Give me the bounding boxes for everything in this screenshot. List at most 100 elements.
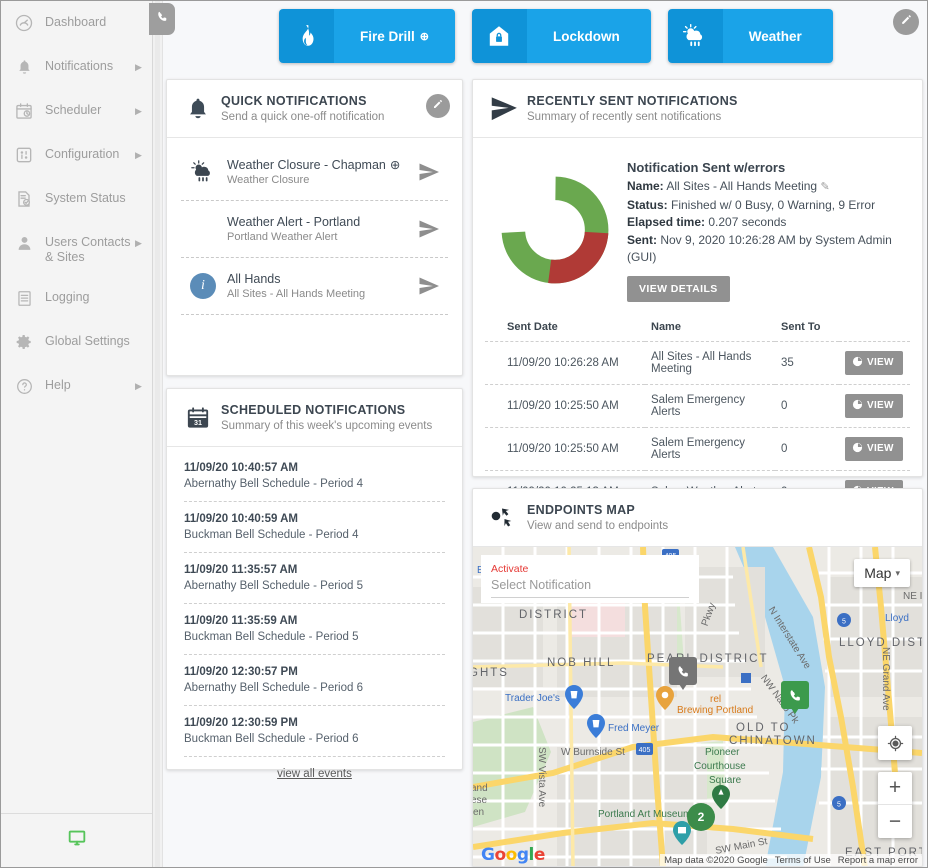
view-button[interactable]: VIEW xyxy=(845,436,903,461)
weather-rain-icon xyxy=(181,157,225,187)
map-zoom-controls[interactable]: + − xyxy=(878,772,912,838)
map-label: rel xyxy=(710,694,722,705)
recently-sent-table: Sent Date Name Sent To 11/09/20 10:26:28… xyxy=(485,314,910,514)
card-subtitle: Summary of this week's upcoming events xyxy=(221,420,433,432)
google-logo: Google xyxy=(481,845,545,865)
send-icon[interactable] xyxy=(410,217,448,241)
summary-heading: Notification Sent w/errors xyxy=(627,160,786,175)
quick-notifications-card: QUICK NOTIFICATIONS Send a quick one-off… xyxy=(166,79,463,376)
map-marker-pin-trader-joes[interactable] xyxy=(565,685,583,709)
map-label: ese xyxy=(473,795,488,806)
map-marker-endpoint-grey[interactable] xyxy=(669,657,697,690)
list-item[interactable]: i All Hands All Sites - All Hands Meetin… xyxy=(181,258,448,315)
view-button[interactable]: VIEW xyxy=(845,350,903,375)
map-marker-pin-fred-meyer[interactable] xyxy=(587,714,605,738)
recenter-map-button[interactable] xyxy=(878,726,912,760)
column-header-actions xyxy=(839,314,910,342)
edit-dashboard-button[interactable] xyxy=(893,9,919,35)
list-document-icon xyxy=(13,287,35,309)
send-icon[interactable] xyxy=(410,274,448,298)
globe-icon: ⊕ xyxy=(419,30,429,43)
action-button-weather[interactable]: Weather xyxy=(667,9,833,63)
list-item[interactable]: 11/09/20 11:35:57 AM Abernathy Bell Sche… xyxy=(184,553,445,604)
send-icon[interactable] xyxy=(410,160,448,184)
sidebar-item-notifications[interactable]: Notifications ▶ xyxy=(1,45,153,89)
list-item[interactable]: Weather Alert - Portland Portland Weathe… xyxy=(181,201,448,258)
map-marker-pin-park[interactable] xyxy=(712,785,730,809)
phone-icon xyxy=(156,10,169,28)
map-label: NE I xyxy=(903,591,922,602)
globe-icon: ⊕ xyxy=(389,157,401,172)
action-button-label-wrap: Weather xyxy=(722,9,833,63)
sidebar-item-scheduler[interactable]: Scheduler ▶ xyxy=(1,89,153,133)
edit-quick-notifications-button[interactable] xyxy=(426,94,450,118)
lock-house-icon xyxy=(471,9,527,63)
google-logo-letter: o xyxy=(505,845,518,865)
donut-svg xyxy=(501,176,609,284)
zoom-out-button[interactable]: − xyxy=(878,805,912,838)
map-marker-cluster[interactable]: 2 xyxy=(687,803,715,831)
view-all-events-link[interactable]: view all events xyxy=(184,757,445,784)
pencil-icon xyxy=(432,97,444,115)
top-action-bar: Fire Drill ⊕ Lockdown Weather xyxy=(149,1,927,71)
list-item[interactable]: Weather Closure - Chapman ⊕ Weather Clos… xyxy=(181,144,448,201)
phone-icon xyxy=(790,689,800,701)
summary-name-line: Name: All Sites - All Hands Meeting ✎ xyxy=(627,178,910,197)
map-type-button[interactable]: Map ▾ xyxy=(854,559,910,587)
map-marker-endpoint-green[interactable] xyxy=(781,681,809,714)
list-item-time: 11/09/20 11:35:59 AM xyxy=(184,615,298,627)
action-button-lockdown[interactable]: Lockdown xyxy=(471,9,651,63)
report-map-error-link[interactable]: Report a map error xyxy=(838,855,918,866)
table-row[interactable]: 11/09/20 10:25:50 AM Salem Emergency Ale… xyxy=(485,427,910,471)
list-item-name: Abernathy Bell Schedule - Period 6 xyxy=(184,682,363,694)
cell-sent-to: 0 xyxy=(775,427,839,471)
sidebar-nav-list: Dashboard Notifications ▶ Scheduler ▶ Co… xyxy=(1,1,153,813)
svg-text:31: 31 xyxy=(194,419,202,427)
view-details-button[interactable]: VIEW DETAILS xyxy=(627,275,730,302)
summary-elapsed-line: Elapsed time: 0.207 seconds xyxy=(627,214,910,232)
list-item-name: Buckman Bell Schedule - Period 6 xyxy=(184,733,359,745)
zoom-in-button[interactable]: + xyxy=(878,772,912,805)
sidebar-item-help[interactable]: Help ▶ xyxy=(1,364,153,408)
map-marker-pin-orange[interactable] xyxy=(656,686,674,710)
list-item-title-wrap: All Hands xyxy=(227,271,410,287)
list-item[interactable]: 11/09/20 10:40:57 AM Abernathy Bell Sche… xyxy=(184,451,445,502)
sidebar-item-label: Logging xyxy=(45,290,90,304)
chevron-right-icon: ▶ xyxy=(135,381,142,391)
sidebar-scrollbar[interactable] xyxy=(153,1,163,867)
list-item-body: Weather Alert - Portland Portland Weathe… xyxy=(225,214,410,245)
summary-status-label: Status: xyxy=(627,197,668,212)
card-subtitle: View and send to endpoints xyxy=(527,520,669,532)
chevron-right-icon: ▶ xyxy=(135,62,142,72)
summary-sent-value: Nov 9, 2020 10:26:28 AM by System Admin … xyxy=(627,232,892,265)
card-title: RECENTLY SENT NOTIFICATIONS xyxy=(527,94,738,108)
sidebar-item-configuration[interactable]: Configuration ▶ xyxy=(1,133,153,177)
terms-of-use-link[interactable]: Terms of Use xyxy=(775,855,831,866)
sidebar-item-global-settings[interactable]: Global Settings xyxy=(1,320,153,364)
list-item[interactable]: 11/09/20 12:30:57 PM Abernathy Bell Sche… xyxy=(184,655,445,706)
sidebar-item-dashboard[interactable]: Dashboard xyxy=(1,1,153,45)
svg-text:5: 5 xyxy=(837,802,841,809)
list-item[interactable]: 11/09/20 11:35:59 AM Buckman Bell Schedu… xyxy=(184,604,445,655)
sidebar-item-system-status[interactable]: System Status xyxy=(1,177,153,221)
phone-tab-button[interactable] xyxy=(149,3,175,35)
list-item[interactable]: 11/09/20 10:40:59 AM Buckman Bell Schedu… xyxy=(184,502,445,553)
action-button-fire-drill[interactable]: Fire Drill ⊕ xyxy=(279,9,455,63)
sidebar-item-logging[interactable]: Logging xyxy=(1,276,153,320)
monitor-icon[interactable] xyxy=(66,827,88,854)
cell-sent-to: 0 xyxy=(775,384,839,428)
quick-notifications-list: Weather Closure - Chapman ⊕ Weather Clos… xyxy=(167,138,462,315)
map-canvas[interactable]: 405 405 5 5 DISTRICT GHTS NOB HILL PEARL… xyxy=(473,547,922,866)
table-row[interactable]: 11/09/20 10:25:50 AM Salem Emergency Ale… xyxy=(485,384,910,428)
select-notification-input[interactable]: Select Notification xyxy=(491,576,689,598)
view-button[interactable]: VIEW xyxy=(845,393,903,418)
flame-icon xyxy=(279,9,334,63)
table-row[interactable]: 11/09/20 10:26:28 AM All Sites - All Han… xyxy=(485,341,910,385)
pencil-icon[interactable]: ✎ xyxy=(820,181,829,193)
activate-notification-overlay: Activate Select Notification xyxy=(481,555,699,603)
list-item-name: Buckman Bell Schedule - Period 5 xyxy=(184,631,359,643)
sidebar-item-users-contacts-sites[interactable]: Users Contacts & Sites ▶ xyxy=(1,221,153,276)
user-icon xyxy=(13,232,35,254)
summary-sent-line: Sent: Nov 9, 2020 10:26:28 AM by System … xyxy=(627,232,910,267)
list-item[interactable]: 11/09/20 12:30:59 PM Buckman Bell Schedu… xyxy=(184,706,445,757)
